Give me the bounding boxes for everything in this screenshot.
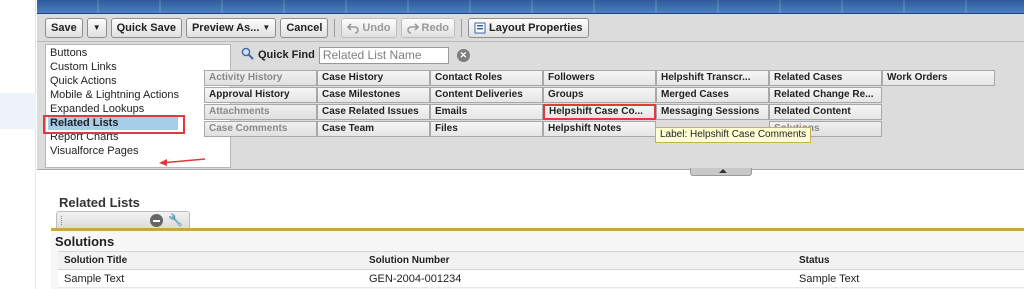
preview-as-label: Preview As... [191,21,260,34]
palette-item-helpshift-case-co[interactable]: Helpshift Case Co... [543,104,656,120]
palette-item-case-team[interactable]: Case Team [317,121,430,137]
toolbar-divider [461,18,463,37]
section-toolbar: 🔧 [56,211,190,229]
palette-panel: Buttons Custom Links Quick Actions Mobile &… [37,42,1024,170]
palette-item-related-content[interactable]: Related Content [769,104,882,120]
table-body: Sample Text GEN-2004-001234 Sample Text [58,269,1024,288]
wrench-icon[interactable]: 🔧 [168,213,183,227]
remove-icon[interactable] [150,214,163,227]
column-header-solution-number: Solution Number [363,251,793,270]
caret-down-icon: ▼ [262,23,271,32]
drag-handle-icon[interactable] [61,216,64,225]
search-icon [241,47,254,63]
cancel-button[interactable]: Cancel [280,17,329,38]
palette-item-related-change-re[interactable]: Related Change Re... [769,87,882,103]
save-label: Save [51,21,77,34]
table-header-row: Solution Title Solution Number Status [58,251,1024,270]
layout-toolbar: Save ▼ Quick Save Preview As... ▼ Cancel … [37,14,1024,42]
palette-item-files[interactable]: Files [430,121,543,137]
redo-button[interactable]: Redo [400,17,456,38]
annotation-red-box [43,115,185,134]
category-buttons[interactable]: Buttons [50,46,226,60]
quick-find-label: Quick Find [258,49,315,61]
table-cell: Sample Text [58,269,363,288]
palette-item-approval-history[interactable]: Approval History [204,87,317,103]
palette-item-groups[interactable]: Groups [543,87,656,103]
category-quick-actions[interactable]: Quick Actions [50,74,226,88]
palette-item-case-related-issues[interactable]: Case Related Issues [317,104,430,120]
quick-save-label: Quick Save [116,21,176,34]
undo-button[interactable]: Undo [341,17,397,38]
related-list-name: Solutions [55,234,115,249]
category-mobile-lightning-actions[interactable]: Mobile & Lightning Actions [50,88,226,102]
palette-item-case-history[interactable]: Case History [317,70,430,86]
palette-item-messaging-sessions[interactable]: Messaging Sessions [656,104,769,120]
left-gutter [0,0,36,289]
quick-find: Quick Find ✕ [241,45,470,65]
related-list-solutions[interactable]: Solutions Solution Title Solution Number S… [51,228,1024,289]
save-button[interactable]: Save [45,17,83,38]
category-expanded-lookups[interactable]: Expanded Lookups [50,102,226,116]
table-row: Sample Text GEN-2004-001234 Sample Text [58,269,1024,288]
palette-item-activity-history[interactable]: Activity History [204,70,317,86]
quick-save-button[interactable]: Quick Save [110,17,182,38]
save-dropdown-button[interactable]: ▼ [86,17,107,38]
palette-item-content-deliveries[interactable]: Content Deliveries [430,87,543,103]
clear-search-icon[interactable]: ✕ [456,48,470,62]
palette-item-helpshift-transcr[interactable]: Helpshift Transcr... [656,70,769,86]
palette-item-case-milestones[interactable]: Case Milestones [317,87,430,103]
gutter-highlight [0,93,36,129]
category-custom-links[interactable]: Custom Links [50,60,226,74]
layout-properties-icon [474,22,486,34]
layout-properties-label: Layout Properties [489,21,583,34]
column-header-solution-title: Solution Title [58,251,363,270]
palette-item-related-cases[interactable]: Related Cases [769,70,882,86]
header-band [37,0,1024,14]
undo-icon [347,22,360,34]
redo-icon [406,22,419,34]
palette-item-work-orders[interactable]: Work Orders [882,70,995,86]
layout-properties-button[interactable]: Layout Properties [468,17,589,38]
cancel-label: Cancel [286,21,323,34]
preview-as-button[interactable]: Preview As... ▼ [185,17,277,38]
caret-down-icon: ▼ [92,23,101,32]
toolbar-divider [334,18,336,37]
palette-item-case-comments[interactable]: Case Comments [204,121,317,137]
palette-item-attachments[interactable]: Attachments [204,104,317,120]
palette-item-merged-cases[interactable]: Merged Cases [656,87,769,103]
palette-item-contact-roles[interactable]: Contact Roles [430,70,543,86]
related-list-table: Solution Title Solution Number Status Samp… [58,251,1024,288]
undo-label: Undo [362,21,391,34]
redo-label: Redo [421,21,450,34]
palette-item-followers[interactable]: Followers [543,70,656,86]
collapse-palette-button[interactable] [690,168,752,176]
column-header-status: Status [793,251,1024,270]
section-title: Related Lists [59,195,140,210]
annotation-arrow-icon [159,158,206,166]
quick-find-input[interactable] [318,46,449,64]
table-cell: GEN-2004-001234 [363,269,793,288]
category-visualforce-pages[interactable]: Visualforce Pages [50,144,226,158]
table-cell: Sample Text [793,269,1024,288]
palette-item-helpshift-notes[interactable]: Helpshift Notes [543,121,656,137]
palette-item-emails[interactable]: Emails [430,104,543,120]
tooltip: Label: Helpshift Case Comments [655,127,812,143]
